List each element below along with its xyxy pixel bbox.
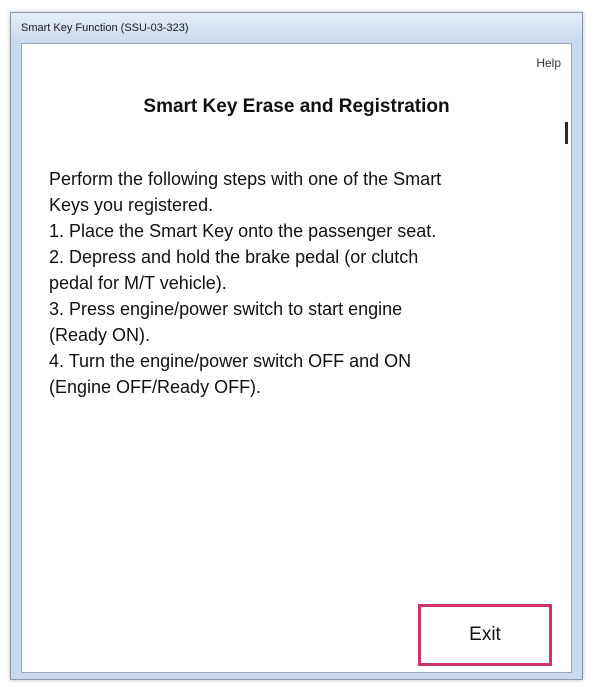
scroll-indicator (565, 122, 568, 144)
instruction-line: pedal for M/T vehicle). (49, 273, 227, 293)
instruction-line: Keys you registered. (49, 195, 214, 215)
instruction-line: (Engine OFF/Ready OFF). (49, 377, 262, 397)
title-bar[interactable]: Smart Key Function (SSU-03-323) (11, 13, 582, 43)
instruction-line: 3. Press engine/power switch to start en… (49, 299, 403, 319)
dialog-content: Help Smart Key Erase and Registration Pe… (21, 43, 572, 673)
help-link[interactable]: Help (536, 56, 561, 70)
exit-button-label: Exit (469, 624, 501, 645)
instruction-line: 2. Depress and hold the brake pedal (or … (49, 247, 419, 267)
instruction-line: (Ready ON). (49, 325, 151, 345)
instruction-line: Perform the following steps with one of … (49, 169, 442, 189)
window-title: Smart Key Function (SSU-03-323) (21, 22, 189, 34)
dialog-window: Smart Key Function (SSU-03-323) Help Sma… (10, 12, 583, 680)
instructions-text: Perform the following steps with one of … (49, 166, 549, 400)
instruction-line: 1. Place the Smart Key onto the passenge… (49, 221, 437, 241)
page-title: Smart Key Erase and Registration (143, 96, 450, 117)
exit-button[interactable]: Exit (418, 604, 552, 666)
instruction-line: 4. Turn the engine/power switch OFF and … (49, 351, 412, 371)
